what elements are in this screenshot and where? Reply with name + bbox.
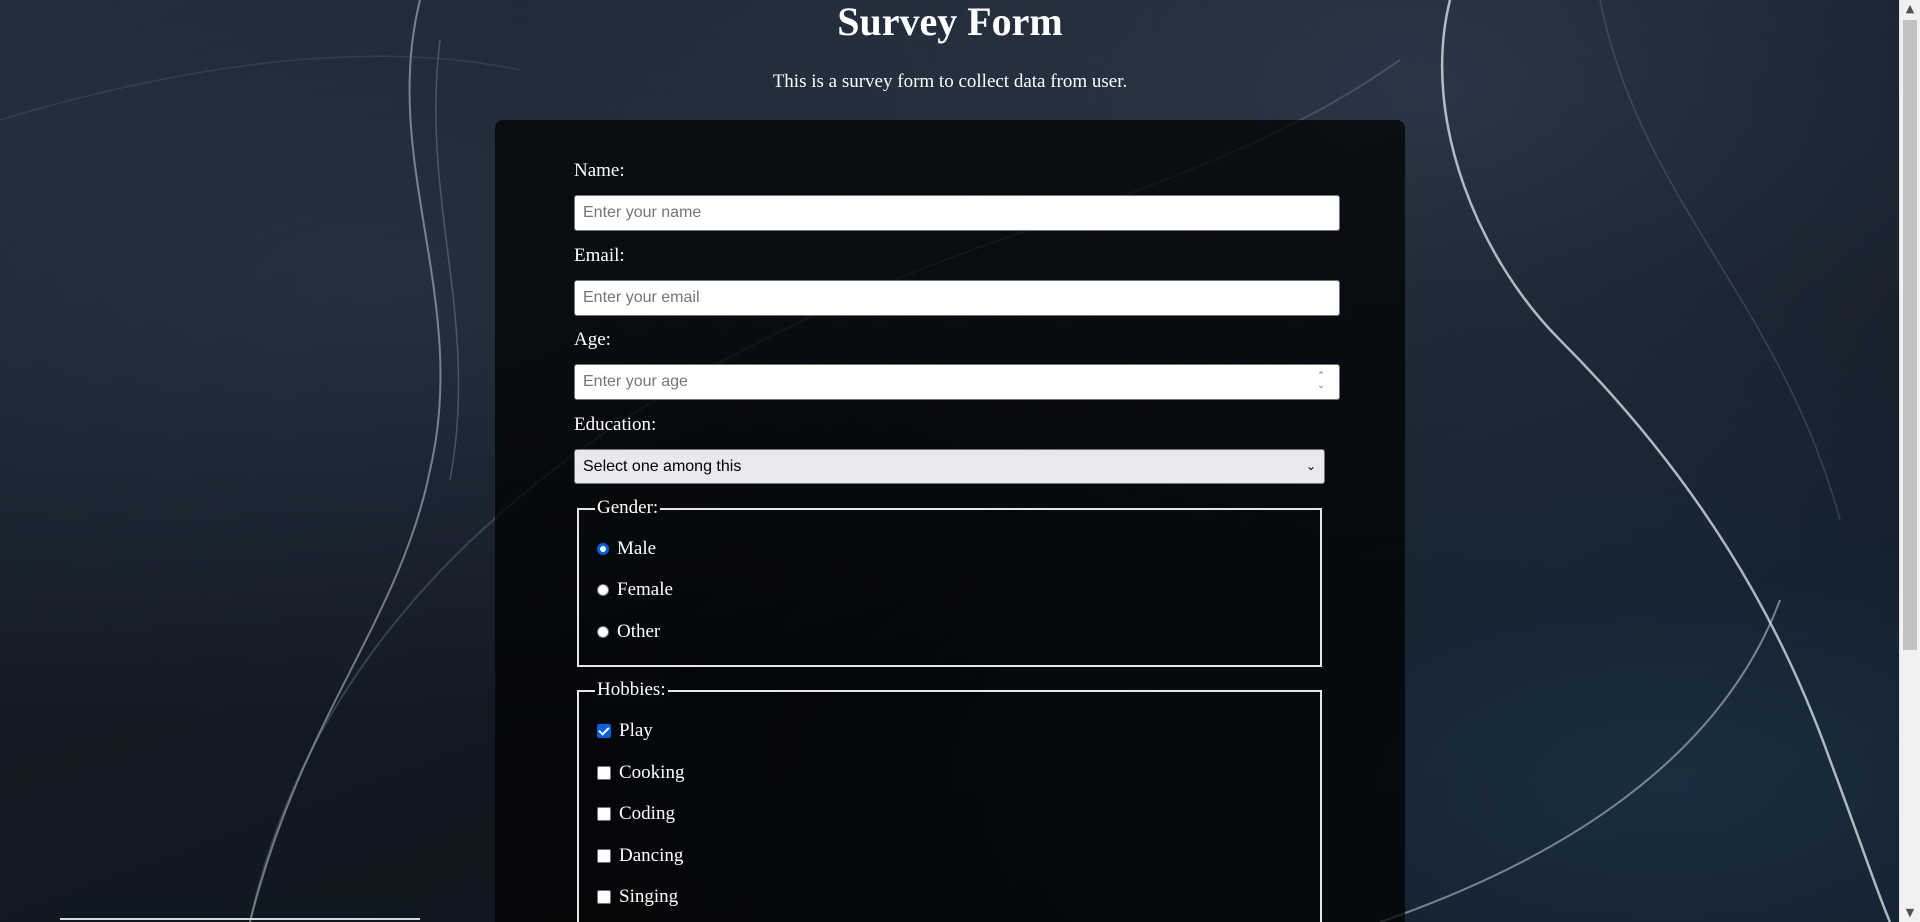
hobby-option-label: Cooking: [619, 762, 685, 783]
gender-legend: Gender:: [595, 496, 661, 520]
hobby-option-dancing[interactable]: Dancing: [597, 844, 683, 868]
gender-option-female[interactable]: Female: [597, 578, 673, 602]
hobby-option-label: Singing: [619, 886, 679, 907]
scrollbar-thumb[interactable]: [1903, 20, 1917, 650]
chevron-down-icon: ⌄: [1305, 459, 1316, 473]
hobbies-legend: Hobbies:: [595, 678, 668, 702]
hobbies-fieldset: Hobbies: Play Cooking Coding Dancing Sin…: [577, 678, 1322, 922]
gender-option-other[interactable]: Other: [597, 620, 660, 644]
education-selected-value: Select one among this: [583, 458, 742, 475]
email-input[interactable]: [574, 280, 1340, 316]
scroll-up-arrow-icon[interactable]: ▲: [1900, 0, 1920, 18]
checkbox-cooking[interactable]: [597, 766, 611, 780]
checkbox-coding[interactable]: [597, 807, 611, 821]
gender-fieldset: Gender: Male Female Other: [577, 496, 1322, 667]
hobby-option-label: Play: [619, 720, 653, 741]
age-input[interactable]: [574, 364, 1340, 400]
radio-other[interactable]: [597, 626, 609, 638]
gender-option-male[interactable]: Male: [597, 537, 656, 561]
education-select[interactable]: Select one among this ⌄: [574, 449, 1325, 484]
gender-option-label: Other: [617, 621, 661, 642]
page-description: This is a survey form to collect data fr…: [772, 71, 1128, 92]
vertical-scrollbar[interactable]: ▲ ▼: [1899, 0, 1920, 922]
email-label: Email:: [574, 245, 625, 266]
hobby-option-singing[interactable]: Singing: [597, 885, 678, 909]
checkbox-dancing[interactable]: [597, 849, 611, 863]
hobby-option-coding[interactable]: Coding: [597, 802, 675, 826]
radio-female[interactable]: [597, 584, 609, 596]
scroll-down-arrow-icon[interactable]: ▼: [1900, 904, 1920, 922]
hobby-option-cooking[interactable]: Cooking: [597, 761, 684, 785]
name-label: Name:: [574, 160, 625, 181]
education-label: Education:: [574, 414, 657, 435]
name-input[interactable]: [574, 195, 1340, 231]
number-spinner-icon[interactable]: ⌃ ⌄: [1311, 371, 1331, 395]
checkbox-singing[interactable]: [597, 890, 611, 904]
hobby-option-label: Coding: [619, 803, 675, 824]
page-title: Survey Form: [837, 0, 1063, 44]
gender-option-label: Female: [617, 579, 673, 600]
age-label: Age:: [574, 329, 611, 350]
hobby-option-label: Dancing: [619, 845, 684, 866]
gender-option-label: Male: [617, 538, 657, 559]
checkbox-play[interactable]: [597, 724, 611, 738]
horizontal-scroll-indicator: [60, 918, 420, 920]
hobby-option-play[interactable]: Play: [597, 719, 653, 743]
radio-male[interactable]: [597, 543, 609, 555]
